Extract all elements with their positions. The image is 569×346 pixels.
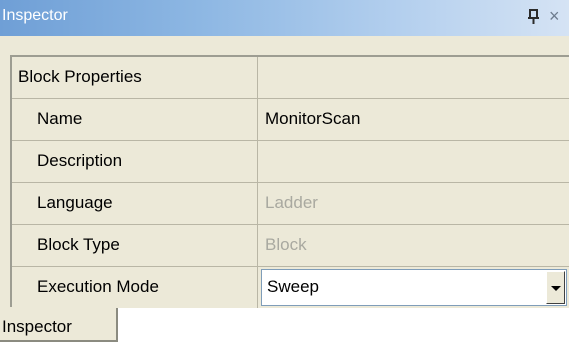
title-bar: Inspector × xyxy=(0,0,569,36)
property-value[interactable]: MonitorScan xyxy=(265,109,360,129)
pin-icon[interactable] xyxy=(527,7,541,27)
property-name-cell: Execution Mode xyxy=(12,267,258,308)
window-title: Inspector xyxy=(2,7,68,24)
property-name-cell: Language xyxy=(12,183,258,224)
category-label: Block Properties xyxy=(18,67,142,86)
tab-inspector[interactable]: Inspector xyxy=(0,308,118,342)
chevron-down-icon[interactable] xyxy=(546,271,565,304)
close-icon[interactable]: × xyxy=(549,6,567,26)
property-row-execution-mode[interactable]: Execution Mode Sweep xyxy=(12,267,569,309)
property-row-name[interactable]: Name MonitorScan xyxy=(12,99,569,141)
property-label: Language xyxy=(37,193,113,212)
property-row-language[interactable]: Language Ladder xyxy=(12,183,569,225)
property-label: Execution Mode xyxy=(37,277,159,296)
property-name-cell: Block Type xyxy=(12,225,258,266)
property-value: Block xyxy=(265,235,307,254)
property-value-cell[interactable] xyxy=(258,141,569,182)
property-grid: Block Properties Name MonitorScan Descri… xyxy=(10,55,569,309)
property-name-cell: Name xyxy=(12,99,258,140)
property-name-cell: Block Properties xyxy=(12,57,258,98)
property-value-cell: Block xyxy=(258,225,569,266)
property-label: Name xyxy=(37,109,83,128)
property-row-description[interactable]: Description xyxy=(12,141,569,183)
tab-label: Inspector xyxy=(2,317,72,336)
property-row-block-type[interactable]: Block Type Block xyxy=(12,225,569,267)
property-name-cell: Description xyxy=(12,141,258,182)
property-value-cell[interactable]: MonitorScan xyxy=(258,99,569,140)
property-label: Block Type xyxy=(37,235,120,254)
tab-strip: Inspector xyxy=(0,308,569,346)
property-value-cell: Ladder xyxy=(258,183,569,224)
property-value: Ladder xyxy=(265,193,318,212)
property-label: Description xyxy=(37,151,123,170)
execution-mode-select[interactable]: Sweep xyxy=(261,269,567,306)
property-value-cell xyxy=(258,57,569,98)
inspector-panel: Block Properties Name MonitorScan Descri… xyxy=(0,36,569,309)
execution-mode-value[interactable]: Sweep xyxy=(267,277,319,297)
category-row[interactable]: Block Properties xyxy=(12,57,569,99)
